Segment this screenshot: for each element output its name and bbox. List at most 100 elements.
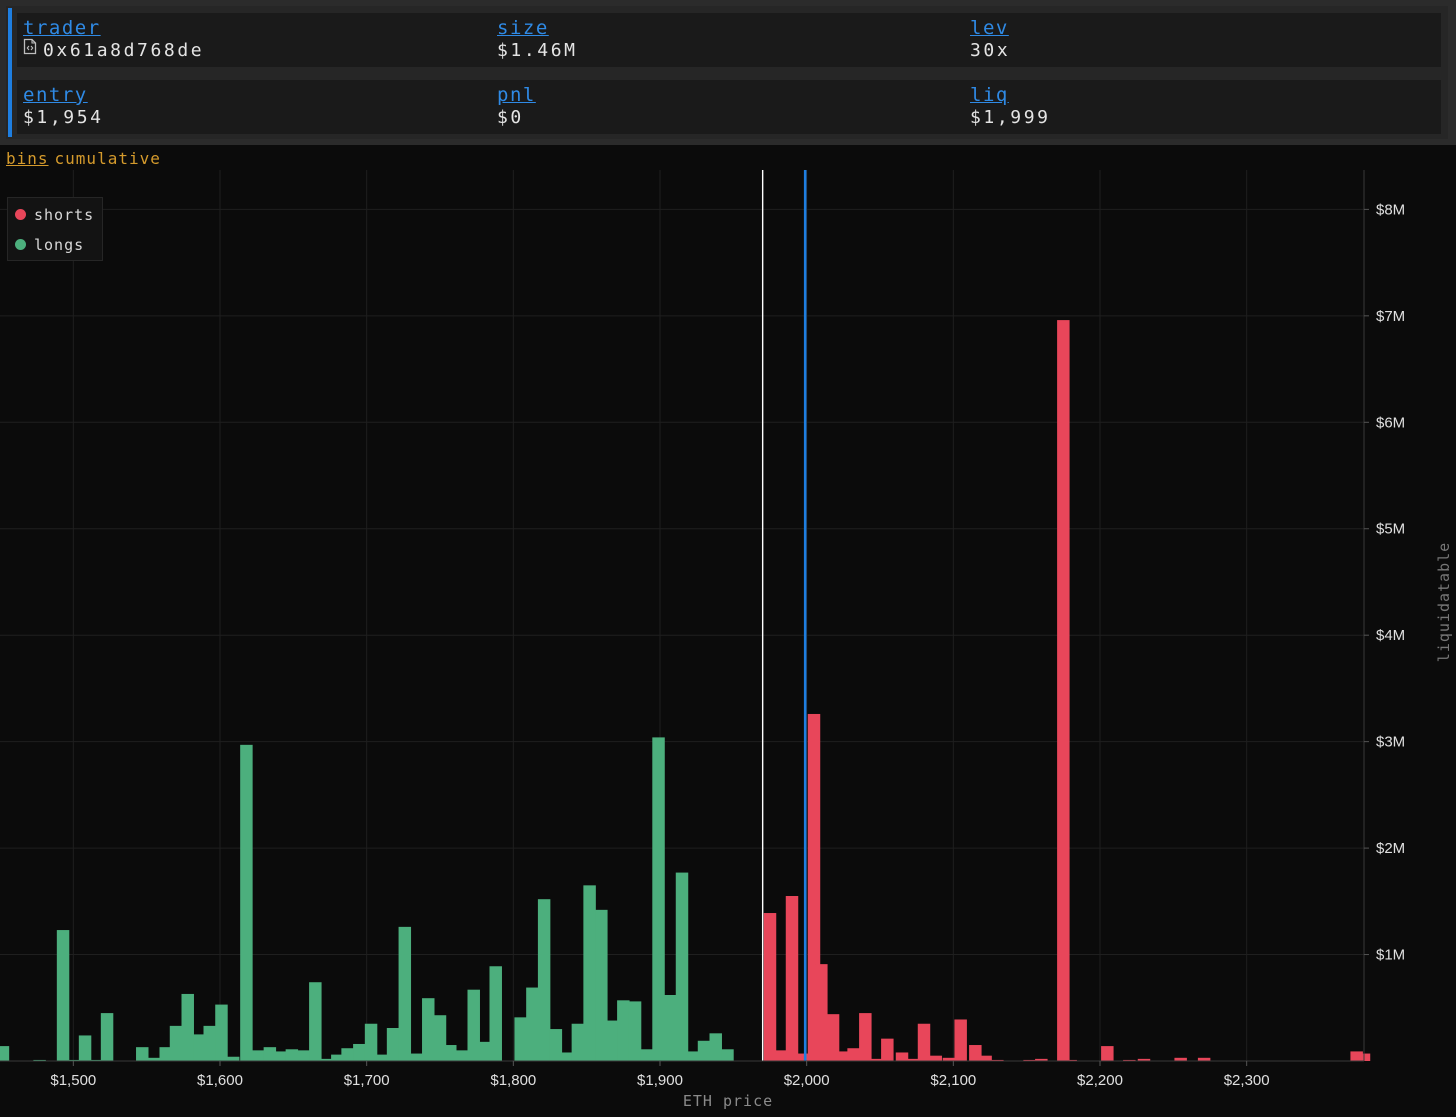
entry-value: $1,954: [23, 107, 104, 128]
longs-bar[interactable]: [0, 1046, 10, 1061]
x-axis-label: ETH price: [683, 1092, 773, 1110]
longs-bar[interactable]: [285, 1049, 299, 1061]
size-value: $1.46M: [497, 40, 578, 61]
shorts-bar[interactable]: [815, 964, 828, 1061]
mode-bins-link[interactable]: bins: [6, 149, 49, 168]
longs-bar[interactable]: [251, 1050, 265, 1061]
longs-bar[interactable]: [617, 1000, 630, 1061]
x-tick-label: $1,800: [490, 1072, 536, 1089]
liq-label[interactable]: liq: [970, 84, 1009, 106]
longs-bar[interactable]: [537, 899, 551, 1061]
shorts-bar[interactable]: [847, 1048, 860, 1061]
shorts-bar[interactable]: [774, 1050, 787, 1061]
pnl-value: $0: [497, 107, 524, 128]
longs-bar[interactable]: [203, 1025, 216, 1061]
liquidation-chart: $1,500 $1,600 $1,700 $1,800 $1,900 $2,000 $2,1…: [0, 170, 1453, 1110]
longs-bar[interactable]: [664, 995, 677, 1061]
longs-bar[interactable]: [477, 1041, 491, 1061]
shorts-bar[interactable]: [881, 1038, 894, 1061]
longs-bar[interactable]: [181, 993, 194, 1061]
y-axis-label: liquidatable: [1435, 542, 1453, 662]
longs-bar[interactable]: [78, 1035, 92, 1061]
longs-bar[interactable]: [100, 1013, 114, 1061]
y-tick-label: $1M: [1376, 947, 1405, 964]
longs-bar[interactable]: [215, 1004, 228, 1061]
longs-bar[interactable]: [489, 966, 502, 1061]
longs-bar[interactable]: [273, 1051, 287, 1061]
longs-bar[interactable]: [721, 1049, 734, 1061]
y-tick-label: $4M: [1376, 627, 1405, 644]
longs-bar[interactable]: [628, 1001, 642, 1061]
shorts-bar[interactable]: [929, 1055, 942, 1061]
longs-bar[interactable]: [353, 1043, 366, 1061]
entry-label[interactable]: entry: [23, 84, 88, 106]
longs-bar[interactable]: [455, 1050, 469, 1061]
x-tick-label: $2,300: [1224, 1072, 1270, 1089]
x-axis-ticks: $1,500 $1,600 $1,700 $1,800 $1,900 $2,000 $2,1…: [50, 1061, 1270, 1089]
longs-bar[interactable]: [297, 1050, 310, 1061]
x-tick-label: $2,100: [930, 1072, 976, 1089]
longs-bar[interactable]: [709, 1033, 722, 1061]
longs-bar[interactable]: [583, 885, 596, 1061]
chart-bars: [0, 320, 1371, 1062]
longs-bar[interactable]: [240, 744, 253, 1061]
longs-bar[interactable]: [341, 1048, 354, 1061]
shorts-bar[interactable]: [1101, 1046, 1114, 1061]
legend-item-shorts[interactable]: shorts: [15, 206, 94, 224]
y-tick-label: $8M: [1376, 201, 1405, 218]
longs-bar[interactable]: [309, 982, 322, 1061]
y-tick-label: $7M: [1376, 308, 1405, 325]
longs-bar[interactable]: [697, 1040, 711, 1061]
accent-bar: [8, 8, 12, 137]
y-tick-label: $3M: [1376, 734, 1405, 751]
longs-bar[interactable]: [526, 987, 539, 1061]
longs-bar[interactable]: [640, 1049, 654, 1061]
longs-bar[interactable]: [675, 872, 689, 1061]
mode-cumulative-link[interactable]: cumulative: [55, 149, 161, 168]
longs-bar[interactable]: [652, 737, 665, 1061]
longs-bar[interactable]: [444, 1045, 457, 1061]
longs-bar[interactable]: [398, 926, 412, 1061]
shorts-bar[interactable]: [763, 913, 777, 1061]
shorts-bar[interactable]: [859, 1013, 872, 1061]
legend-label-shorts: shorts: [34, 206, 95, 224]
shorts-bar[interactable]: [979, 1055, 992, 1061]
x-tick-label: $2,000: [784, 1072, 830, 1089]
y-axis-ticks: $1M $2M $3M $4M $5M $6M $7M $8M: [1364, 201, 1405, 964]
size-label[interactable]: size: [497, 17, 549, 39]
longs-bar[interactable]: [605, 1020, 618, 1061]
x-tick-label: $2,200: [1077, 1072, 1123, 1089]
longs-bar[interactable]: [410, 1053, 423, 1061]
x-tick-label: $1,600: [197, 1072, 243, 1089]
longs-bar[interactable]: [571, 1023, 585, 1061]
longs-bar[interactable]: [169, 1025, 183, 1061]
longs-bar[interactable]: [136, 1047, 149, 1061]
longs-bar[interactable]: [514, 1017, 527, 1061]
longs-bar[interactable]: [386, 1028, 400, 1061]
file-code-icon: [23, 38, 37, 60]
shorts-bar[interactable]: [785, 896, 799, 1061]
longs-bar[interactable]: [559, 1052, 573, 1061]
shorts-bar[interactable]: [917, 1023, 931, 1061]
longs-bar[interactable]: [422, 998, 435, 1061]
y-tick-label: $6M: [1376, 414, 1405, 431]
x-tick-label: $1,900: [637, 1072, 683, 1089]
trader-value[interactable]: 0x61a8d768de: [23, 38, 205, 61]
position-panel: trader 0x61a8d768de size $1.46M lev 30x …: [0, 0, 1456, 145]
shorts-bar[interactable]: [1057, 320, 1070, 1062]
trader-address: 0x61a8d768de: [43, 40, 205, 61]
pnl-label[interactable]: pnl: [497, 84, 536, 106]
liq-value: $1,999: [970, 107, 1051, 128]
chart-legend: shorts longs: [7, 197, 103, 261]
position-row-2: entry $1,954 pnl $0 liq $1,999: [17, 80, 1441, 134]
longs-bar[interactable]: [56, 930, 70, 1061]
lev-label[interactable]: lev: [970, 17, 1009, 39]
legend-item-longs[interactable]: longs: [15, 236, 84, 254]
longs-dot-icon: [15, 239, 26, 250]
shorts-bar[interactable]: [954, 1019, 967, 1061]
longs-bar[interactable]: [226, 1056, 240, 1061]
trader-label[interactable]: trader: [23, 17, 101, 39]
y-tick-label: $2M: [1376, 840, 1405, 857]
view-mode-toggle: bins cumulative: [6, 149, 161, 168]
longs-bar[interactable]: [364, 1023, 378, 1061]
